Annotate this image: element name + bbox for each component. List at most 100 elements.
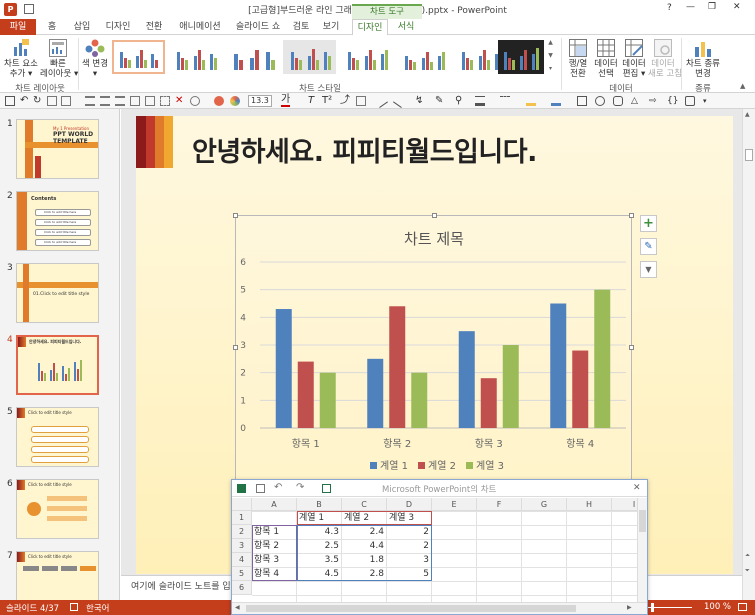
align-center-icon[interactable] [100,96,110,106]
outline-color-icon[interactable] [551,96,561,106]
rectangle-icon[interactable] [577,96,587,106]
zoom-level[interactable]: 100 % [704,602,731,612]
data-cell[interactable]: 계열 3 [389,511,429,525]
spellcheck-icon[interactable] [70,603,78,611]
undo-icon[interactable]: ↶ [20,96,30,106]
bar-3-1[interactable] [319,372,336,428]
brace-icon[interactable]: {} [667,96,678,106]
bar-2-3[interactable] [480,378,497,428]
tab-slideshow[interactable]: 슬라이드 쇼 [231,19,285,35]
bar-1-1[interactable] [275,309,292,428]
row-header[interactable]: 6 [232,581,252,595]
quick-layout-button[interactable]: 빠른 레이아웃 ▾ [40,38,78,80]
data-cell[interactable]: 2.8 [344,567,384,581]
data-cell[interactable]: 1.8 [344,553,384,567]
vertical-scrollbar[interactable]: ▲ ⏶ ⏷ [742,109,755,600]
rounded-rect-icon[interactable] [613,96,623,106]
eyedropper-icon[interactable]: ⚲ [455,96,465,106]
select-all-corner[interactable] [232,498,252,511]
resize-handle[interactable] [233,345,238,350]
add-chart-element-button[interactable]: 차트 요소 추가 ▾ [4,38,38,80]
pen-icon[interactable]: ✎ [435,96,445,106]
delete-icon[interactable]: ✕ [175,96,185,106]
data-cell[interactable]: 2.5 [299,539,339,553]
tab-review[interactable]: 검토 [288,19,314,35]
resize-handle[interactable] [629,345,634,350]
legend-entry[interactable]: 계열 3 [476,460,504,472]
zoom-thumb[interactable] [651,603,654,612]
chart-data-window[interactable]: ↶ ↷ Microsoft PowerPoint의 차트 ✕ ABCDEFGHI… [231,479,648,615]
scroll-left-icon[interactable]: ◀ [235,604,240,611]
chart-style-1[interactable] [112,40,165,74]
legend-entry[interactable]: 계열 1 [380,460,408,472]
row-header[interactable]: 5 [232,567,252,581]
collapse-ribbon-icon[interactable]: ▲ [740,82,745,90]
data-cell[interactable]: 4.4 [344,539,384,553]
row-header[interactable]: 3 [232,539,252,553]
thumbnail-slide-2[interactable]: Contents Click to add title here Click t… [16,191,99,251]
slide-thumbnail-pane[interactable]: 1 My 1 Presentation PPT WORLD TEMPLATE 2… [0,109,120,600]
shape-fill-icon[interactable] [526,96,536,106]
gallery-scroll-up-icon[interactable]: ▲ [546,39,555,51]
datasheet-hscroll-thumb[interactable] [246,605,576,612]
triangle-icon[interactable]: △ [631,96,641,106]
tab-animations[interactable]: 애니메이션 [172,19,228,35]
bar-3-2[interactable] [411,372,428,428]
save-icon[interactable] [5,96,15,106]
close-button[interactable]: ✕ [733,2,741,12]
bar-3-4[interactable] [594,289,611,428]
column-header[interactable]: E [432,498,477,511]
tab-chart-design[interactable]: 디자인 [352,19,388,35]
tab-view[interactable]: 보기 [318,19,344,35]
chart-style-5[interactable] [340,40,393,74]
datasheet-redo-icon[interactable]: ↷ [296,482,304,493]
gallery-scroll-down-icon[interactable]: ▼ [546,52,555,64]
datasheet-vscroll[interactable] [637,498,647,602]
slide-title[interactable]: 안녕하세요. 피피티월드입니다. [192,130,537,169]
line-weight-icon[interactable] [475,96,485,106]
datasheet-excel-icon[interactable] [322,484,331,493]
redo-icon[interactable]: ↻ [33,96,43,106]
customize-toolbar-icon[interactable]: ▾ [703,96,713,106]
language-indicator[interactable]: 한국어 [86,602,109,614]
curve-icon[interactable]: ↯ [415,96,425,106]
thumbnail-slide-6[interactable]: Click to edit title style [16,479,99,539]
column-header[interactable]: H [567,498,612,511]
edit-data-button[interactable]: 데이터 편집 ▾ [620,38,648,80]
data-cell[interactable]: 4.5 [299,567,339,581]
italic-icon[interactable]: T [308,96,318,106]
resize-handle[interactable] [432,213,437,218]
resize-handle[interactable] [233,213,238,218]
bar-1-4[interactable] [550,303,567,429]
bar-2-4[interactable] [572,350,589,428]
datasheet-close-button[interactable]: ✕ [633,483,641,493]
column-header[interactable]: F [477,498,522,511]
align-left-icon[interactable] [85,96,95,106]
chart-styles-button[interactable]: ✎ [640,238,657,255]
callout-icon[interactable] [685,96,695,106]
chart-style-gallery[interactable]: ▲ ▼ ▾ [112,39,555,79]
restore-button[interactable]: ❐ [708,2,716,12]
line-diagonal-icon[interactable] [393,94,407,108]
scroll-thumb[interactable] [745,149,753,161]
column-header[interactable]: B [297,498,342,511]
chart-elements-button[interactable]: + [640,215,657,232]
data-cell[interactable]: 3 [389,553,429,567]
column-header[interactable]: G [522,498,567,511]
send-backward-icon[interactable] [145,96,155,106]
data-cell[interactable]: 2.4 [344,525,384,539]
select-data-button[interactable]: 데이터 선택 [592,38,620,80]
data-cell[interactable]: 5 [389,567,429,581]
minimize-button[interactable]: — [686,2,695,12]
data-cell[interactable]: 3.5 [299,553,339,567]
chart-frame[interactable]: 차트 제목 0 1 2 3 4 5 6 항목 1 항목 2 항목 3 항목 4 계열 1 계열 2 계열 3 [233,213,634,480]
align-right-icon[interactable] [115,96,125,106]
datasheet-undo-icon[interactable]: ↶ [274,482,282,493]
resize-icon[interactable] [356,96,366,106]
chart-title[interactable]: 차트 제목 [404,230,464,248]
superscript-icon[interactable]: T² [322,96,332,106]
text-effect-icon[interactable]: ⤴ [340,96,350,106]
thumbnail-slide-3[interactable]: 01.Click to edit title style [16,263,99,323]
datasheet-save-icon[interactable] [256,484,265,493]
row-header[interactable]: 1 [232,511,252,525]
